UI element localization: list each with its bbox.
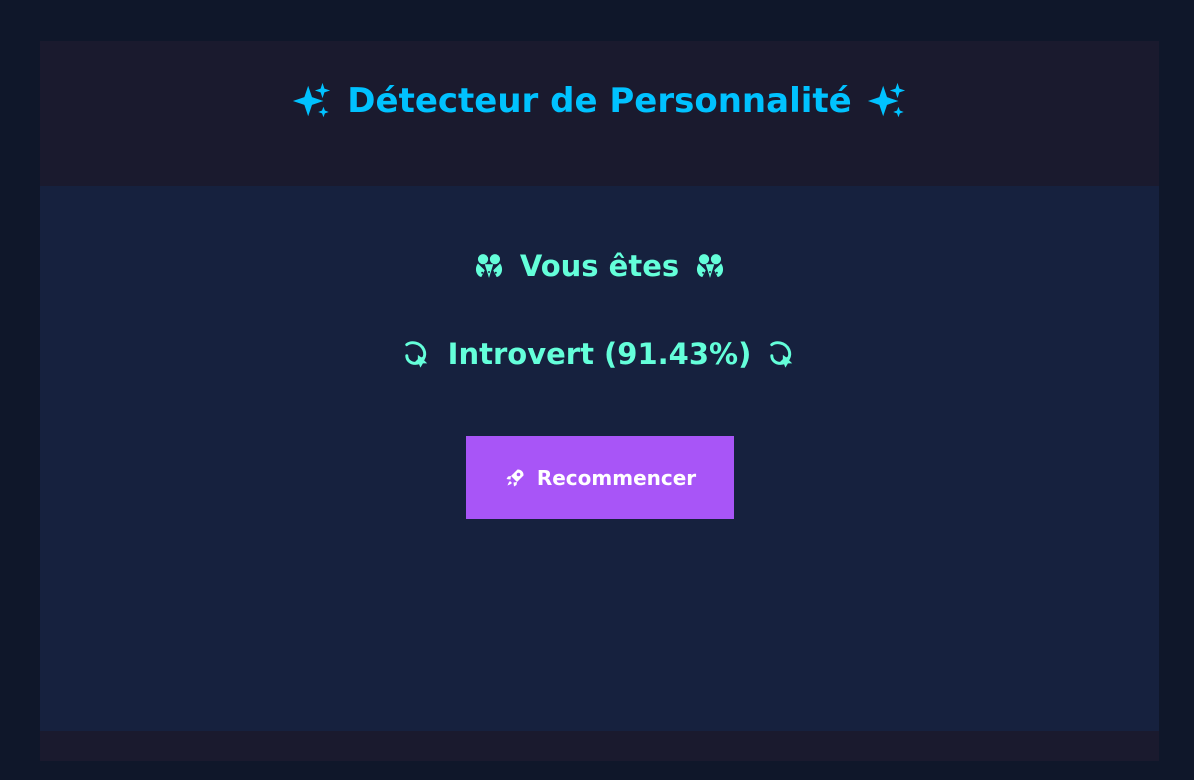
sparkles-icon xyxy=(866,80,908,122)
page-title: Détecteur de Personnalité xyxy=(291,79,907,123)
personality-result-text: Introvert (91.43%) xyxy=(447,337,752,371)
header: Détecteur de Personnalité xyxy=(40,41,1159,186)
dizzy-icon xyxy=(400,337,434,371)
restart-button[interactable]: Recommencer xyxy=(465,436,734,519)
page-title-text: Détecteur de Personnalité xyxy=(347,81,852,121)
personality-result: Introvert (91.43%) xyxy=(400,334,800,374)
result-panel: Vous êtes Introvert (91.43%) Recommencer xyxy=(40,186,1159,731)
result-heading-text: Vous êtes xyxy=(519,249,680,283)
rocket-icon xyxy=(503,466,527,490)
sparkles-icon xyxy=(291,80,333,122)
restart-button-label: Recommencer xyxy=(536,465,697,490)
fairy-icon xyxy=(693,249,727,283)
dizzy-icon xyxy=(765,337,799,371)
app-window: Détecteur de Personnalité Vous êtes Intr… xyxy=(40,41,1159,761)
result-heading: Vous êtes xyxy=(472,246,727,286)
fairy-icon xyxy=(472,249,506,283)
